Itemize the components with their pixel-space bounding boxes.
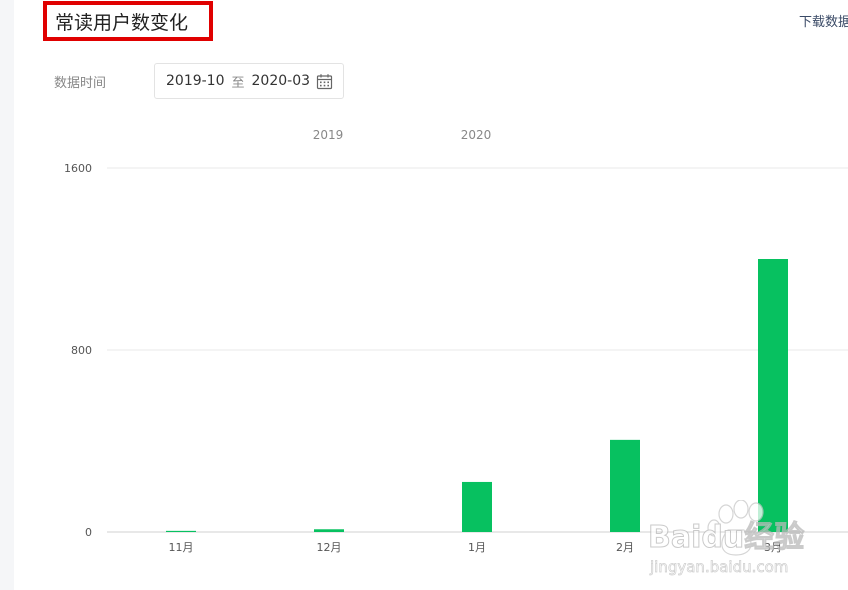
y-tick-label: 1600 <box>64 162 92 175</box>
year-label: 2020 <box>461 128 492 142</box>
x-tick-label: 11月 <box>169 541 194 554</box>
baidu-watermark: Baidu经验 jingyan.baidu.com <box>648 500 805 576</box>
bar <box>758 259 788 532</box>
x-tick-label: 2月 <box>616 541 634 554</box>
bar <box>610 439 640 532</box>
x-tick-label: 1月 <box>468 541 486 554</box>
year-label: 2019 <box>313 128 344 142</box>
x-tick-label: 12月 <box>317 541 342 554</box>
y-tick-label: 800 <box>71 344 92 357</box>
y-tick-label: 0 <box>85 526 92 539</box>
watermark-brand: Baidu经验 <box>648 520 804 555</box>
bar <box>462 481 492 532</box>
bar <box>314 529 344 532</box>
bar <box>166 530 196 532</box>
watermark-url: jingyan.baidu.com <box>649 558 788 576</box>
